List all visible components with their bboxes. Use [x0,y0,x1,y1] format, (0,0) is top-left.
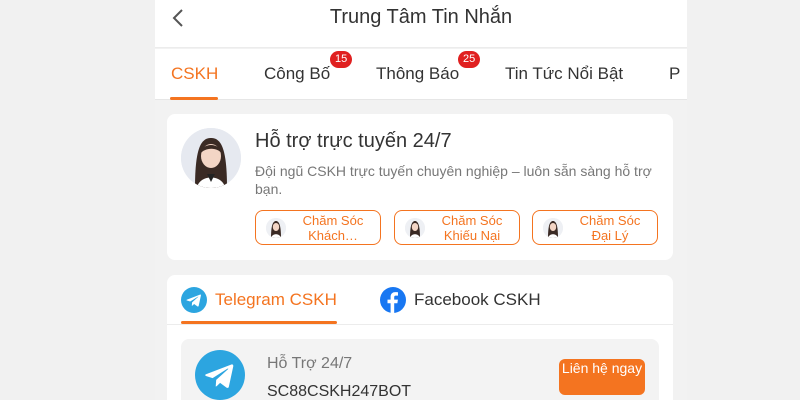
tab-label: Thông Báo [376,64,460,83]
telegram-bot-item: Hỗ Trợ 24/7 SC88CSKH247BOT Liên hệ ngay [181,339,659,400]
tab-bar: CSKH Công Bố 15 Thông Báo 25 Tin Tức Nổi… [155,49,687,100]
chip-label: Chăm Sóc Đại Lý [579,213,641,243]
agent-mini-avatar [543,218,563,238]
unread-badge: 15 [330,51,353,68]
agent-mini-avatar [266,218,286,238]
contact-now-button[interactable]: Liên hệ ngay [559,359,645,395]
tab-cskh[interactable]: CSKH [171,64,218,84]
telegram-icon [195,350,245,400]
tab-label: Telegram CSKH [215,290,337,309]
bot-title: Hỗ Trợ 24/7 [267,355,353,372]
agent-avatar-image [181,128,241,188]
divider [167,324,673,325]
tab-cong-bo[interactable]: Công Bố 15 [264,51,353,84]
chip-label: Chăm Sóc Khiếu Nại [441,213,503,243]
tab-more[interactable]: P [669,64,680,84]
tab-label: Facebook CSKH [414,290,541,309]
channel-card: Telegram CSKH Facebook CSKH Hỗ Trợ 24/7 … [167,275,673,400]
header: Trung Tâm Tin Nhắn [155,0,687,48]
customer-care-button[interactable]: Chăm Sóc Khách… [255,210,381,245]
agent-avatar-icon [405,218,425,238]
tab-label: Công Bố [264,64,331,83]
agent-avatar-icon [266,218,286,238]
agent-avatar-icon [543,218,563,238]
complaint-care-button[interactable]: Chăm Sóc Khiếu Nại [394,210,520,245]
facebook-icon [380,287,406,313]
tab-tin-tuc-noi-bat[interactable]: Tin Tức Nổi Bật [505,64,623,84]
agent-care-button[interactable]: Chăm Sóc Đại Lý [532,210,658,245]
page-title: Trung Tâm Tin Nhắn [329,6,513,28]
chip-label: Chăm Sóc Khách… [302,213,364,243]
tab-label: CSKH [171,64,219,83]
unread-badge: 25 [458,51,481,68]
support-description: Đội ngũ CSKH trực tuyến chuyên nghiệp – … [255,163,652,197]
tab-label: Tin Tức Nổi Bật [505,64,624,83]
bot-handle: SC88CSKH247BOT [267,383,412,400]
support-title: Hỗ trợ trực tuyến 24/7 [255,130,452,152]
support-card: Hỗ trợ trực tuyến 24/7 Đội ngũ CSKH trực… [167,114,673,260]
tab-thong-bao[interactable]: Thông Báo 25 [376,51,481,84]
agent-avatar [181,128,241,188]
telegram-icon [181,287,207,313]
tab-label: P [669,64,681,83]
message-center-screen: Trung Tâm Tin Nhắn CSKH Công Bố 15 Thông… [155,0,687,400]
active-tab-indicator [170,97,218,100]
agent-mini-avatar [405,218,425,238]
